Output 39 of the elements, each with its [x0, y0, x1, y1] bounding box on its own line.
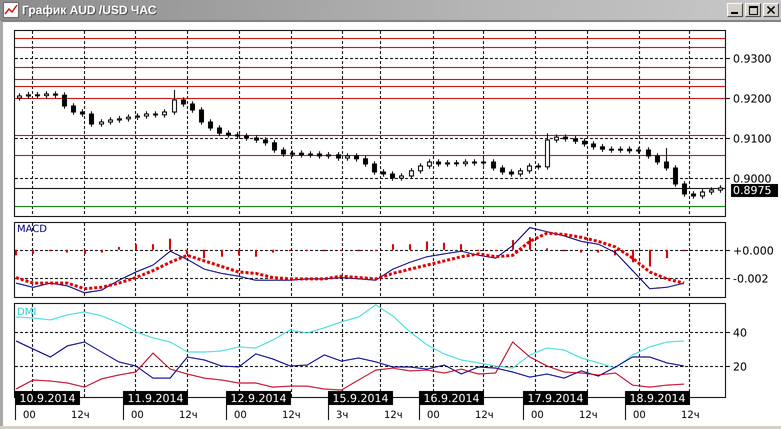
hour-label: 12ч — [681, 410, 700, 421]
hour-label: 00 — [234, 410, 247, 421]
hour-label: 12ч — [579, 410, 598, 421]
hour-label: 3ч — [336, 410, 348, 421]
hour-label: 12ч — [179, 410, 198, 421]
price-badge: 0.8975 — [731, 184, 778, 197]
axis-label: 40 — [733, 326, 747, 340]
hour-label: 00 — [531, 410, 544, 421]
date-label: 16.9.2014 — [419, 391, 484, 405]
hour-label: 12ч — [475, 410, 494, 421]
axis-label: 0.9100 — [733, 132, 772, 146]
hour-label: 00 — [427, 410, 440, 421]
axis-label: 0.9200 — [733, 92, 772, 106]
minimize-button[interactable] — [727, 3, 743, 17]
axis-label: 0.9000 — [733, 172, 772, 186]
indicator-label: DMI — [17, 307, 36, 318]
date-label: 18.9.2014 — [625, 391, 690, 405]
close-button[interactable] — [763, 3, 779, 17]
axis-label: 20 — [733, 360, 747, 374]
maximize-button[interactable] — [745, 3, 761, 17]
date-label: 15.9.2014 — [328, 391, 393, 405]
hour-label: 00 — [633, 410, 646, 421]
axis-label: +0.000 — [733, 244, 774, 258]
hour-label: 00 — [131, 410, 144, 421]
date-label: 12.9.2014 — [226, 391, 291, 405]
close-icon — [767, 6, 775, 14]
indicator-label: MACD — [17, 224, 47, 235]
hour-label: 00 — [23, 410, 36, 421]
hour-label: 12ч — [71, 410, 90, 421]
chart-icon — [3, 2, 19, 18]
maximize-icon — [748, 6, 758, 14]
hour-label: 12ч — [282, 410, 301, 421]
date-label: 11.9.2014 — [123, 391, 188, 405]
window-title: График AUD /USD ЧАС — [22, 3, 158, 17]
date-label: 17.9.2014 — [523, 391, 588, 405]
axis-label: -0.002 — [733, 272, 768, 286]
hour-label: 12ч — [384, 410, 403, 421]
date-label: 10.9.2014 — [15, 391, 80, 405]
axis-label: 0.9300 — [733, 52, 772, 66]
